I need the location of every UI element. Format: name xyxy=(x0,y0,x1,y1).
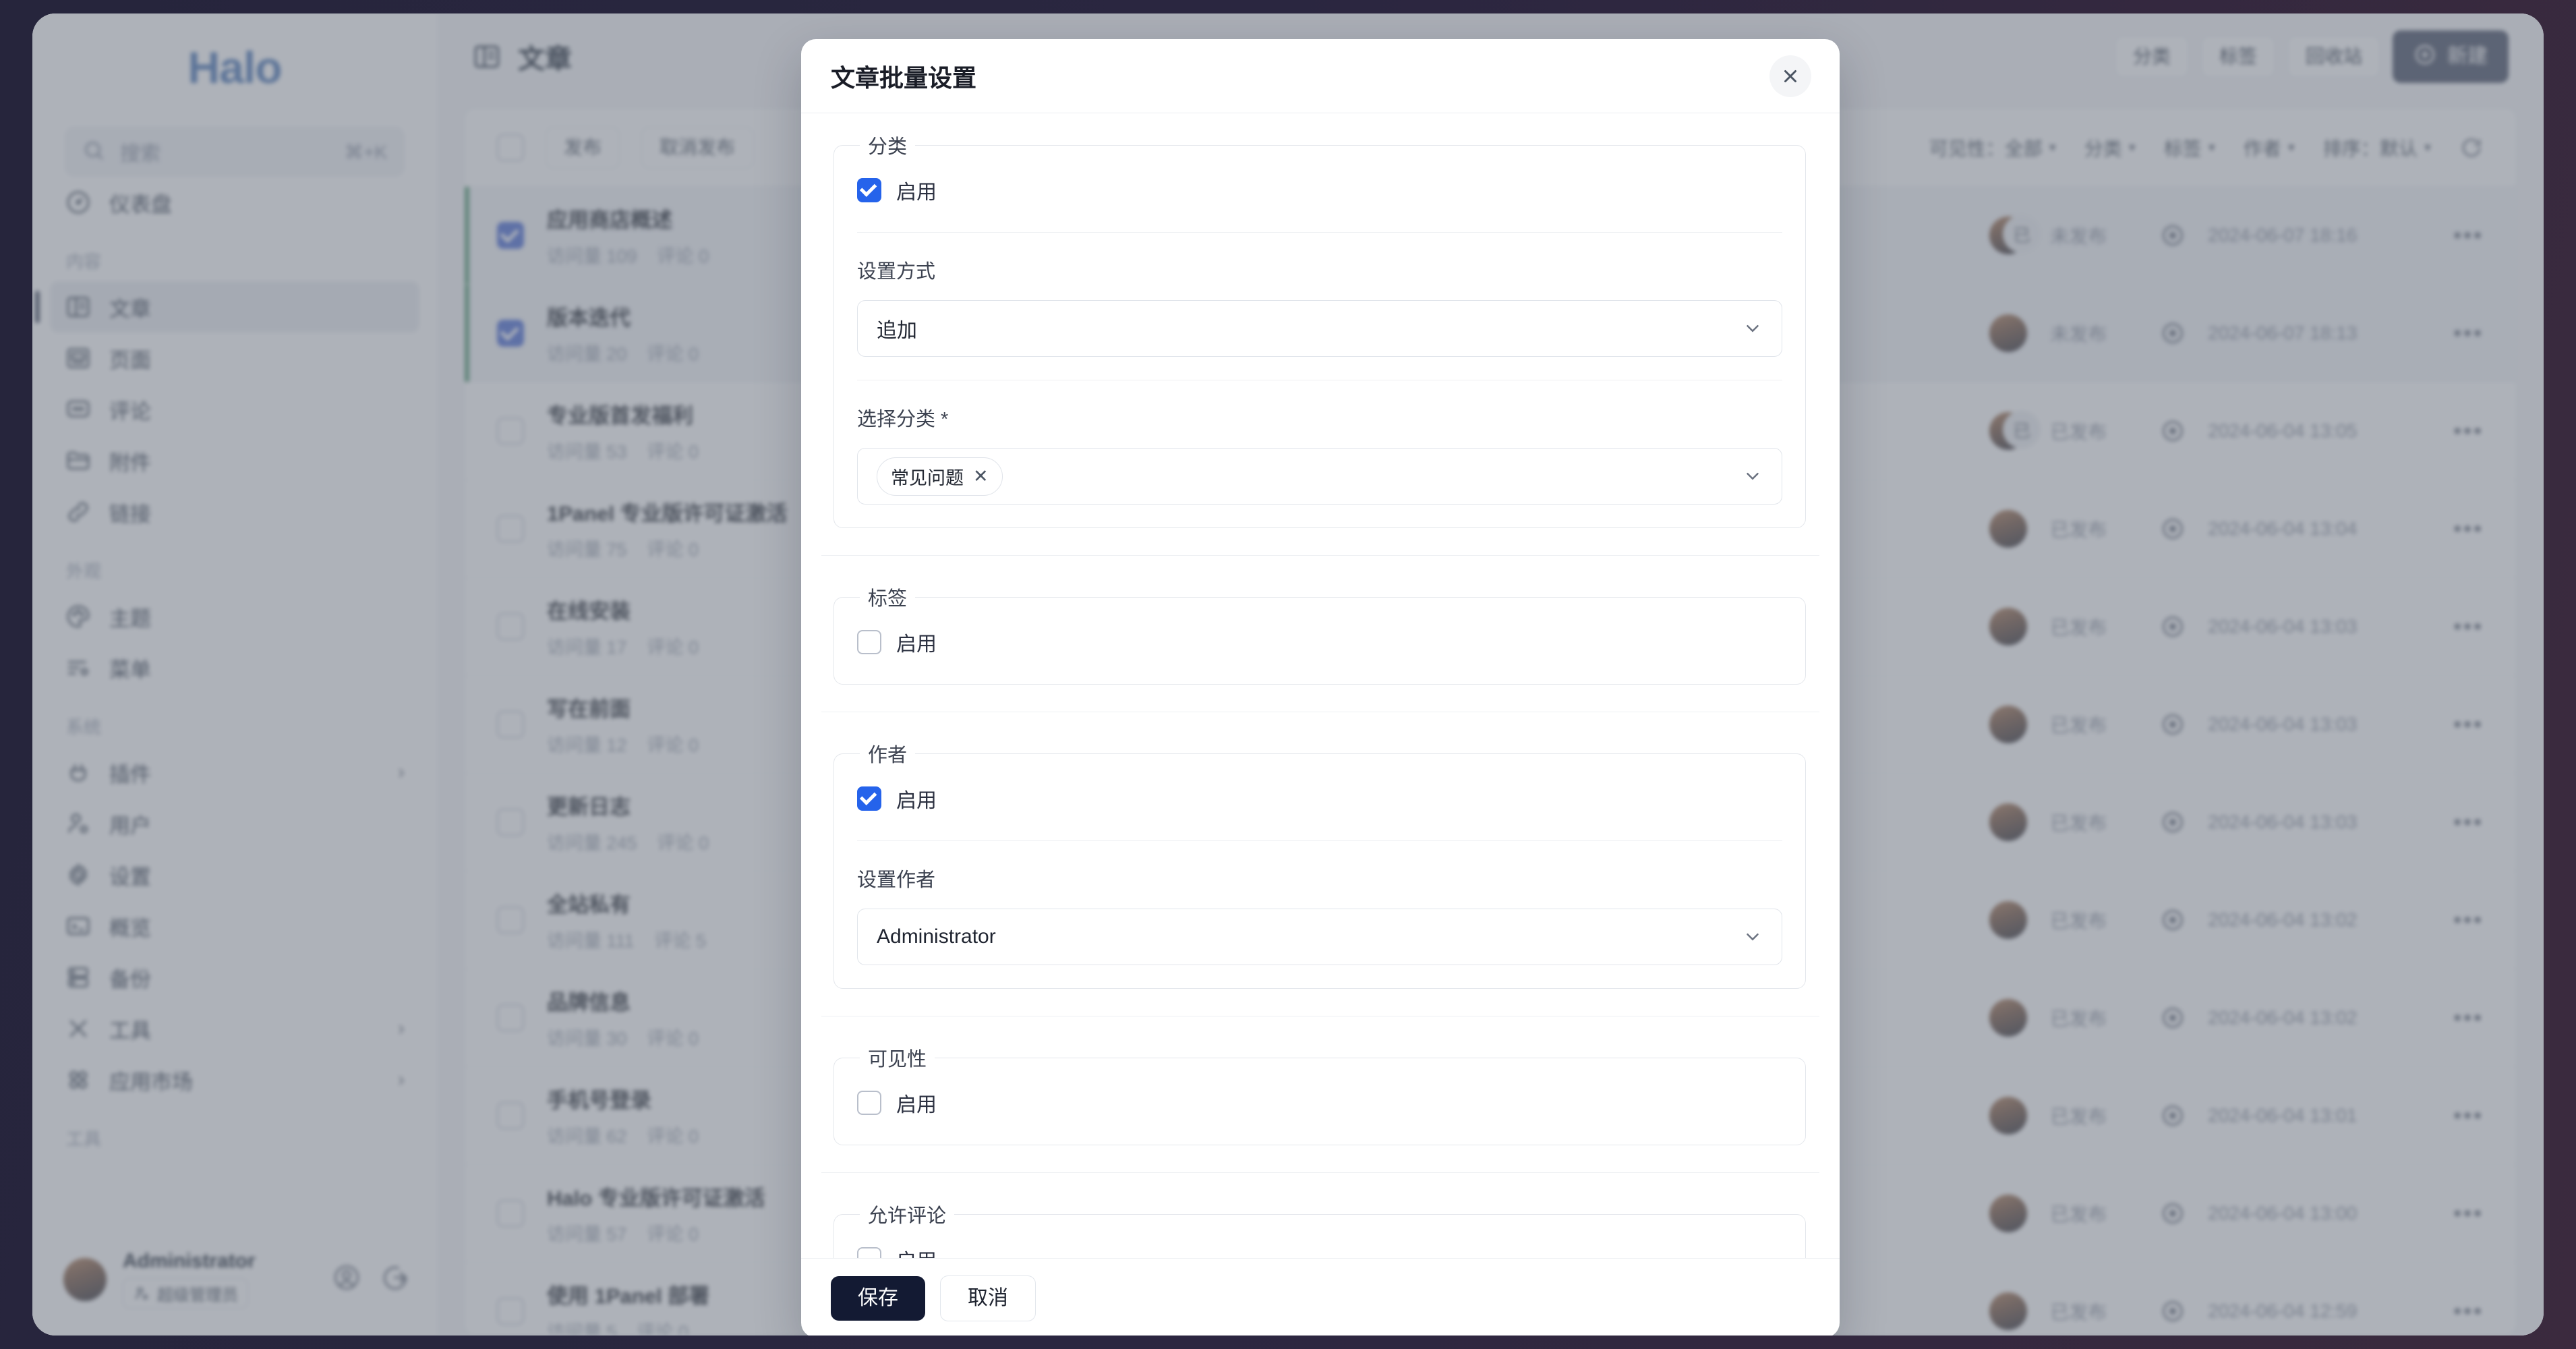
tag-enable-label: 启用 xyxy=(896,633,937,656)
author-enable-row[interactable]: 启用 xyxy=(857,777,1782,817)
category-enable-checkbox[interactable] xyxy=(857,178,881,202)
visibility-enable-row[interactable]: 启用 xyxy=(857,1081,1782,1122)
category-enable-label: 启用 xyxy=(896,181,937,204)
modal-header: 文章批量设置 xyxy=(801,39,1840,113)
remove-tag-icon[interactable]: ✕ xyxy=(973,466,989,487)
category-select[interactable]: 常见问题 ✕ xyxy=(857,448,1782,505)
category-enable-row[interactable]: 启用 xyxy=(857,169,1782,209)
category-section: 分类 启用 设置方式 追加 选择分类 * 常见问题 ✕ xyxy=(833,131,1806,528)
tag-enable-checkbox[interactable] xyxy=(857,630,881,654)
visibility-section: 可见性 启用 xyxy=(833,1043,1806,1145)
divider xyxy=(857,840,1782,841)
author-legend: 作者 xyxy=(868,745,908,766)
category-mode-select[interactable]: 追加 xyxy=(857,300,1782,357)
author-section: 作者 启用 设置作者 Administrator xyxy=(833,739,1806,989)
author-value: Administrator xyxy=(877,925,996,948)
author-select[interactable]: Administrator xyxy=(857,909,1782,965)
category-legend: 分类 xyxy=(868,136,908,158)
comment-enable-label: 启用 xyxy=(896,1244,937,1258)
category-tag-label: 常见问题 xyxy=(891,467,964,488)
modal-footer: 保存 取消 xyxy=(801,1258,1840,1336)
divider xyxy=(821,555,1819,556)
chevron-down-icon xyxy=(1743,466,1763,486)
category-mode-label: 设置方式 xyxy=(857,261,936,283)
tag-section: 标签 启用 xyxy=(833,583,1806,685)
chevron-down-icon xyxy=(1743,927,1763,947)
comment-legend: 允许评论 xyxy=(868,1205,947,1227)
divider xyxy=(857,232,1782,233)
modal-title: 文章批量设置 xyxy=(831,63,977,92)
comment-section: 允许评论 启用 xyxy=(833,1200,1806,1258)
chevron-down-icon xyxy=(1743,318,1763,339)
divider xyxy=(821,1172,1819,1173)
category-mode-value: 追加 xyxy=(877,320,917,342)
tag-enable-row[interactable]: 启用 xyxy=(857,621,1782,661)
visibility-enable-checkbox[interactable] xyxy=(857,1091,881,1115)
app-window: Halo 搜索 ⌘+K 仪表盘 内容 xyxy=(32,13,2544,1336)
bulk-settings-modal: 文章批量设置 分类 启用 设置方式 追加 选择分类 * 常见问题 ✕ 标签 启用… xyxy=(801,39,1840,1336)
visibility-enable-label: 启用 xyxy=(896,1094,937,1116)
author-field-label: 设置作者 xyxy=(857,869,936,891)
comment-enable-checkbox[interactable] xyxy=(857,1247,881,1258)
modal-body: 分类 启用 设置方式 追加 选择分类 * 常见问题 ✕ 标签 启用 作者 启用 … xyxy=(801,113,1840,1258)
visibility-legend: 可见性 xyxy=(868,1049,927,1070)
author-enable-label: 启用 xyxy=(896,790,937,812)
category-select-label: 选择分类 * xyxy=(857,409,949,430)
category-tag-chip[interactable]: 常见问题 ✕ xyxy=(877,457,1003,496)
author-enable-checkbox[interactable] xyxy=(857,786,881,811)
tag-legend: 标签 xyxy=(868,588,908,610)
comment-enable-row[interactable]: 启用 xyxy=(857,1238,1782,1258)
cancel-button[interactable]: 取消 xyxy=(940,1275,1036,1321)
close-icon[interactable] xyxy=(1769,55,1811,97)
save-button[interactable]: 保存 xyxy=(831,1275,925,1321)
